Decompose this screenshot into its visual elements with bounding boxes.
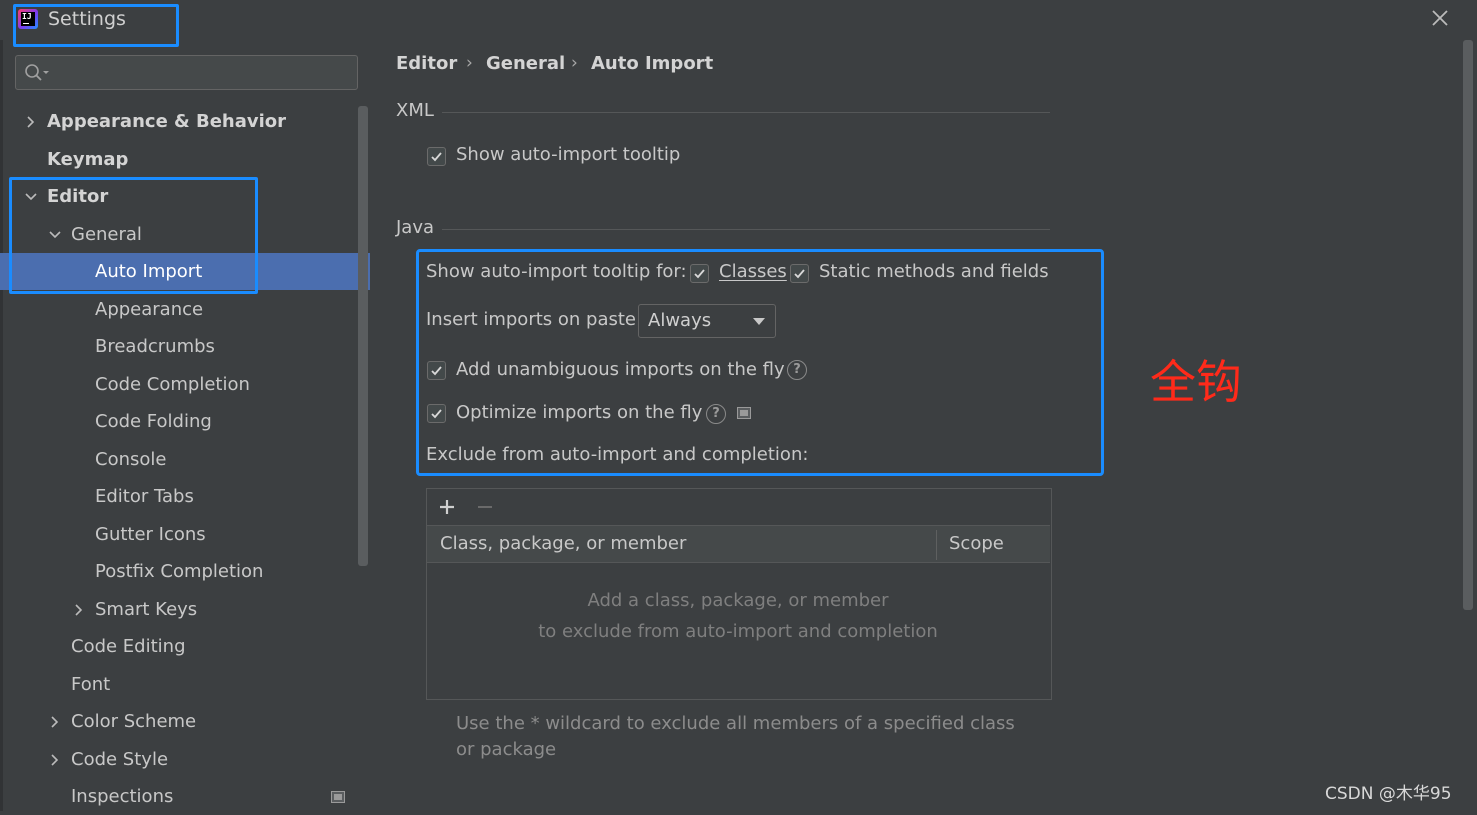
- breadcrumb-separator-icon: ›: [571, 53, 578, 73]
- sidebar-item-code-completion[interactable]: Code Completion: [0, 366, 370, 403]
- sidebar-item-label: Inspections: [71, 786, 174, 807]
- empty-table-text-line1: Add a class, package, or member: [587, 590, 889, 611]
- sidebar-item-console[interactable]: Console: [0, 441, 370, 478]
- breadcrumb-auto-import: Auto Import: [591, 53, 714, 74]
- wildcard-hint: Use the * wildcard to exclude all member…: [456, 713, 1015, 760]
- sidebar-item-label: Appearance & Behavior: [47, 111, 287, 132]
- sidebar-item-code-folding[interactable]: Code Folding: [0, 403, 370, 440]
- breadcrumb-editor[interactable]: Editor: [396, 53, 457, 74]
- xml-section-title: XML: [396, 100, 434, 121]
- content-scrollbar[interactable]: [1463, 40, 1473, 610]
- sidebar-item-keymap[interactable]: Keymap: [0, 141, 370, 178]
- sidebar-item-color-scheme[interactable]: Color Scheme: [0, 703, 370, 740]
- highlight-box-java-options: [416, 249, 1104, 476]
- exclude-table-toolbar: [427, 489, 1050, 526]
- breadcrumb-general[interactable]: General: [486, 53, 565, 74]
- breadcrumb-separator-icon: ›: [466, 53, 473, 73]
- chevron-right-icon[interactable]: [48, 741, 62, 778]
- highlight-box-editor: [9, 177, 258, 294]
- sidebar-item-label: Keymap: [47, 148, 129, 170]
- chevron-right-icon[interactable]: [48, 703, 62, 740]
- highlight-box-title: [13, 4, 179, 47]
- chevron-right-icon[interactable]: [24, 103, 38, 140]
- plus-icon[interactable]: [439, 499, 455, 515]
- sidebar-item-label: Smart Keys: [95, 598, 198, 620]
- close-icon: [1432, 10, 1448, 26]
- search-icon: [25, 64, 49, 81]
- sidebar-item-smart-keys[interactable]: Smart Keys: [0, 591, 370, 628]
- empty-table-text-line2: to exclude from auto-import and completi…: [538, 621, 938, 642]
- java-section-divider: [442, 229, 1050, 230]
- close-button[interactable]: [1428, 6, 1452, 30]
- xml-section-divider: [442, 112, 1050, 113]
- minus-icon[interactable]: [477, 499, 493, 515]
- sidebar-item-label: Gutter Icons: [95, 523, 206, 545]
- sidebar-item-font[interactable]: Font: [0, 666, 370, 703]
- sidebar-item-editor-tabs[interactable]: Editor Tabs: [0, 478, 370, 515]
- checkmark-icon: [431, 152, 442, 162]
- sidebar-item-code-style[interactable]: Code Style: [0, 741, 370, 778]
- sidebar-item-code-editing[interactable]: Code Editing: [0, 628, 370, 665]
- sidebar-item-label: Breadcrumbs: [95, 336, 215, 357]
- sidebar-item-appearance[interactable]: Appearance: [0, 291, 370, 328]
- java-section-title: Java: [396, 217, 435, 238]
- sidebar-item-label: Editor Tabs: [95, 486, 194, 507]
- sidebar-item-postfix-completion[interactable]: Postfix Completion: [0, 553, 370, 590]
- sidebar-item-label: Code Style: [71, 748, 169, 770]
- sidebar-item-appearance-behavior[interactable]: Appearance & Behavior: [0, 103, 370, 140]
- sidebar-item-label: Postfix Completion: [95, 561, 264, 582]
- sidebar-item-label: Code Editing: [71, 636, 186, 657]
- watermark: CSDN @木华95: [1325, 784, 1452, 804]
- exclude-table-header: Class, package, or member Scope: [427, 526, 1050, 563]
- sidebar-item-label: Code Folding: [95, 411, 212, 432]
- sidebar-item-label: Code Completion: [95, 373, 250, 395]
- column-header-class[interactable]: Class, package, or member: [440, 533, 686, 554]
- column-header-scope[interactable]: Scope: [949, 533, 1004, 554]
- annotation-text: 全钩: [1150, 355, 1242, 409]
- sidebar-item-label: Font: [71, 673, 111, 695]
- sidebar-item-label: Console: [95, 448, 167, 470]
- chevron-right-icon[interactable]: [72, 591, 86, 628]
- xml-show-tooltip-label[interactable]: Show auto-import tooltip: [456, 144, 680, 165]
- sidebar-item-inspections[interactable]: Inspections: [0, 778, 370, 815]
- sidebar-item-breadcrumbs[interactable]: Breadcrumbs: [0, 328, 370, 365]
- sidebar-item-label: Appearance: [95, 298, 204, 320]
- search-input[interactable]: [15, 55, 358, 90]
- sidebar-item-gutter-icons[interactable]: Gutter Icons: [0, 516, 370, 553]
- sidebar-scrollbar[interactable]: [358, 106, 368, 566]
- sidebar-item-label: Color Scheme: [71, 711, 197, 732]
- xml-show-tooltip-checkbox[interactable]: [427, 147, 446, 166]
- column-separator: [936, 530, 937, 560]
- project-settings-icon: [331, 791, 345, 803]
